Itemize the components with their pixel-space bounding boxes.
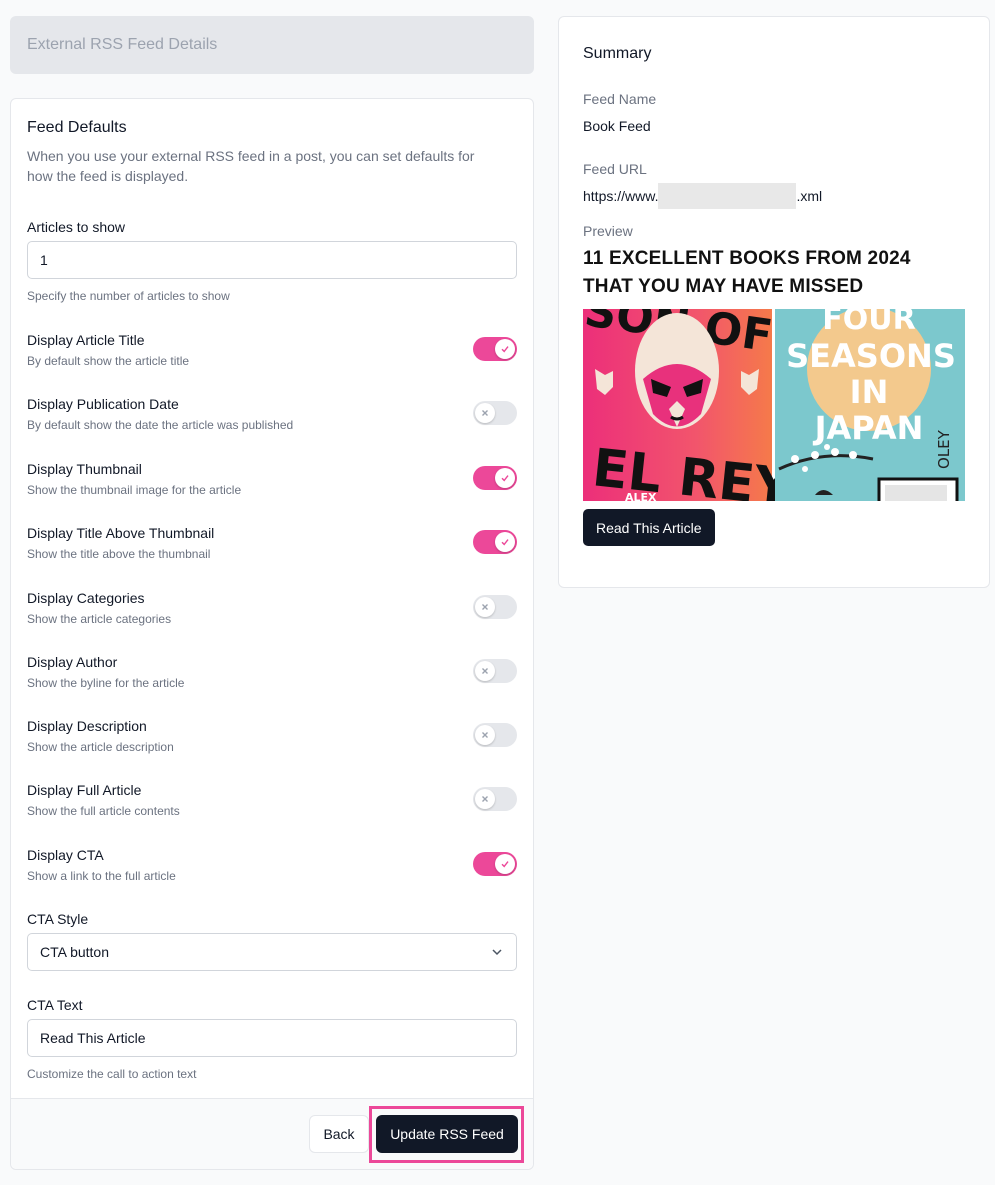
check-icon bbox=[495, 339, 515, 359]
toggle-label: Display CTA bbox=[27, 847, 104, 863]
toggle-row-publication-date: Display Publication Date By default show… bbox=[27, 396, 517, 436]
cover-right-text-3: IN bbox=[850, 373, 889, 411]
articles-to-show-input[interactable]: 1 bbox=[27, 241, 517, 279]
toggle-label: Display Article Title bbox=[27, 332, 145, 348]
cta-text-input[interactable]: Read This Article bbox=[27, 1019, 517, 1057]
x-icon bbox=[475, 403, 495, 423]
x-icon bbox=[475, 661, 495, 681]
cover-right-author: OLEY bbox=[935, 429, 953, 469]
toggle-label: Display Publication Date bbox=[27, 396, 179, 412]
preview-article-title: 11 EXCELLENT BOOKS FROM 2024 THAT YOU MA… bbox=[583, 248, 911, 297]
cover-right-text-4: JAPAN bbox=[813, 409, 924, 447]
toggle-thumbnail[interactable] bbox=[473, 466, 517, 490]
toggle-help: Show the thumbnail image for the article bbox=[27, 483, 242, 497]
right-column: Summary Feed Name Book Feed Feed URL htt… bbox=[558, 16, 990, 588]
toggle-row-full-article: Display Full Article Show the full artic… bbox=[27, 782, 517, 822]
summary-card: Summary Feed Name Book Feed Feed URL htt… bbox=[558, 16, 990, 588]
toggle-help: Show the title above the thumbnail bbox=[27, 547, 211, 561]
cta-style-select[interactable]: CTA button bbox=[27, 933, 517, 971]
toggle-label: Display Author bbox=[27, 654, 118, 670]
toggle-help: Show the full article contents bbox=[27, 804, 180, 818]
toggle-label: Display Title Above Thumbnail bbox=[27, 525, 215, 541]
summary-title: Summary bbox=[583, 45, 652, 62]
cover-left-author: ALEX bbox=[625, 491, 657, 501]
toggle-publication-date[interactable] bbox=[473, 401, 517, 425]
articles-to-show-value: 1 bbox=[40, 252, 48, 268]
toggle-author[interactable] bbox=[473, 659, 517, 683]
toggle-help: Show the article categories bbox=[27, 612, 172, 626]
preview-thumbnail: SON OF EL REY ALEX FOUR SEASONS IN JAPAN… bbox=[583, 309, 965, 501]
toggle-row-title-above-thumbnail: Display Title Above Thumbnail Show the t… bbox=[27, 525, 517, 565]
cta-text-value: Read This Article bbox=[40, 1030, 146, 1046]
feed-name-label: Feed Name bbox=[583, 91, 657, 107]
toggle-row-author: Display Author Show the byline for the a… bbox=[27, 654, 517, 694]
cover-right-text-1: FOUR bbox=[822, 309, 915, 337]
toggle-label: Display Thumbnail bbox=[27, 461, 142, 477]
section-header: External RSS Feed Details bbox=[10, 16, 534, 74]
cta-text-label: CTA Text bbox=[27, 997, 83, 1013]
toggle-description[interactable] bbox=[473, 723, 517, 747]
chevron-down-icon bbox=[492, 949, 502, 956]
redacted-block bbox=[658, 183, 797, 209]
form-footer: Back Update RSS Feed bbox=[11, 1098, 533, 1169]
check-icon bbox=[495, 532, 515, 552]
toggle-label: Display Description bbox=[27, 718, 147, 734]
feed-url-suffix: .xml bbox=[796, 188, 823, 204]
feed-url-label: Feed URL bbox=[583, 161, 647, 177]
toggle-help: Show the byline for the article bbox=[27, 676, 185, 690]
check-icon bbox=[495, 468, 515, 488]
articles-to-show-help: Specify the number of articles to show bbox=[27, 289, 230, 303]
feed-defaults-title: Feed Defaults bbox=[27, 119, 127, 136]
toggle-label: Display Categories bbox=[27, 590, 145, 606]
cta-text-help: Customize the call to action text bbox=[27, 1067, 197, 1081]
preview-label: Preview bbox=[583, 223, 633, 239]
toggle-help: By default show the article title bbox=[27, 354, 190, 368]
x-icon bbox=[475, 597, 495, 617]
articles-to-show-label: Articles to show bbox=[27, 219, 126, 235]
toggle-row-article-title: Display Article Title By default show th… bbox=[27, 332, 517, 372]
toggle-full-article[interactable] bbox=[473, 787, 517, 811]
toggle-help: Show a link to the full article bbox=[27, 869, 176, 883]
cta-style-value: CTA button bbox=[40, 944, 110, 960]
toggle-cta[interactable] bbox=[473, 852, 517, 876]
cover-right-text-2: SEASONS bbox=[786, 337, 956, 375]
x-icon bbox=[475, 789, 495, 809]
toggle-label: Display Full Article bbox=[27, 782, 142, 798]
x-icon bbox=[475, 725, 495, 745]
feed-url-value: https://www. .xml bbox=[583, 183, 965, 209]
feed-name-value: Book Feed bbox=[583, 118, 651, 134]
toggle-row-description: Display Description Show the article des… bbox=[27, 718, 517, 758]
feed-defaults-description: When you use your external RSS feed in a… bbox=[27, 148, 475, 184]
toggle-help: By default show the date the article was… bbox=[27, 418, 294, 432]
feed-url-prefix: https://www. bbox=[583, 188, 659, 204]
toggle-row-cta: Display CTA Show a link to the full arti… bbox=[27, 847, 517, 887]
check-icon bbox=[495, 854, 515, 874]
toggle-categories[interactable] bbox=[473, 595, 517, 619]
feed-defaults-card: Feed Defaults When you use your external… bbox=[10, 98, 534, 1170]
toggle-row-thumbnail: Display Thumbnail Show the thumbnail ima… bbox=[27, 461, 517, 501]
update-rss-feed-button[interactable]: Update RSS Feed bbox=[376, 1115, 518, 1153]
cta-style-label: CTA Style bbox=[27, 911, 89, 927]
read-this-article-button[interactable]: Read This Article bbox=[583, 509, 715, 546]
back-button[interactable]: Back bbox=[309, 1115, 369, 1153]
toggle-title-above-thumbnail[interactable] bbox=[473, 530, 517, 554]
toggle-row-categories: Display Categories Show the article cate… bbox=[27, 590, 517, 630]
section-title: External RSS Feed Details bbox=[27, 36, 218, 53]
toggle-article-title[interactable] bbox=[473, 337, 517, 361]
left-column: External RSS Feed Details Feed Defaults … bbox=[10, 16, 534, 1170]
toggle-help: Show the article description bbox=[27, 740, 174, 754]
